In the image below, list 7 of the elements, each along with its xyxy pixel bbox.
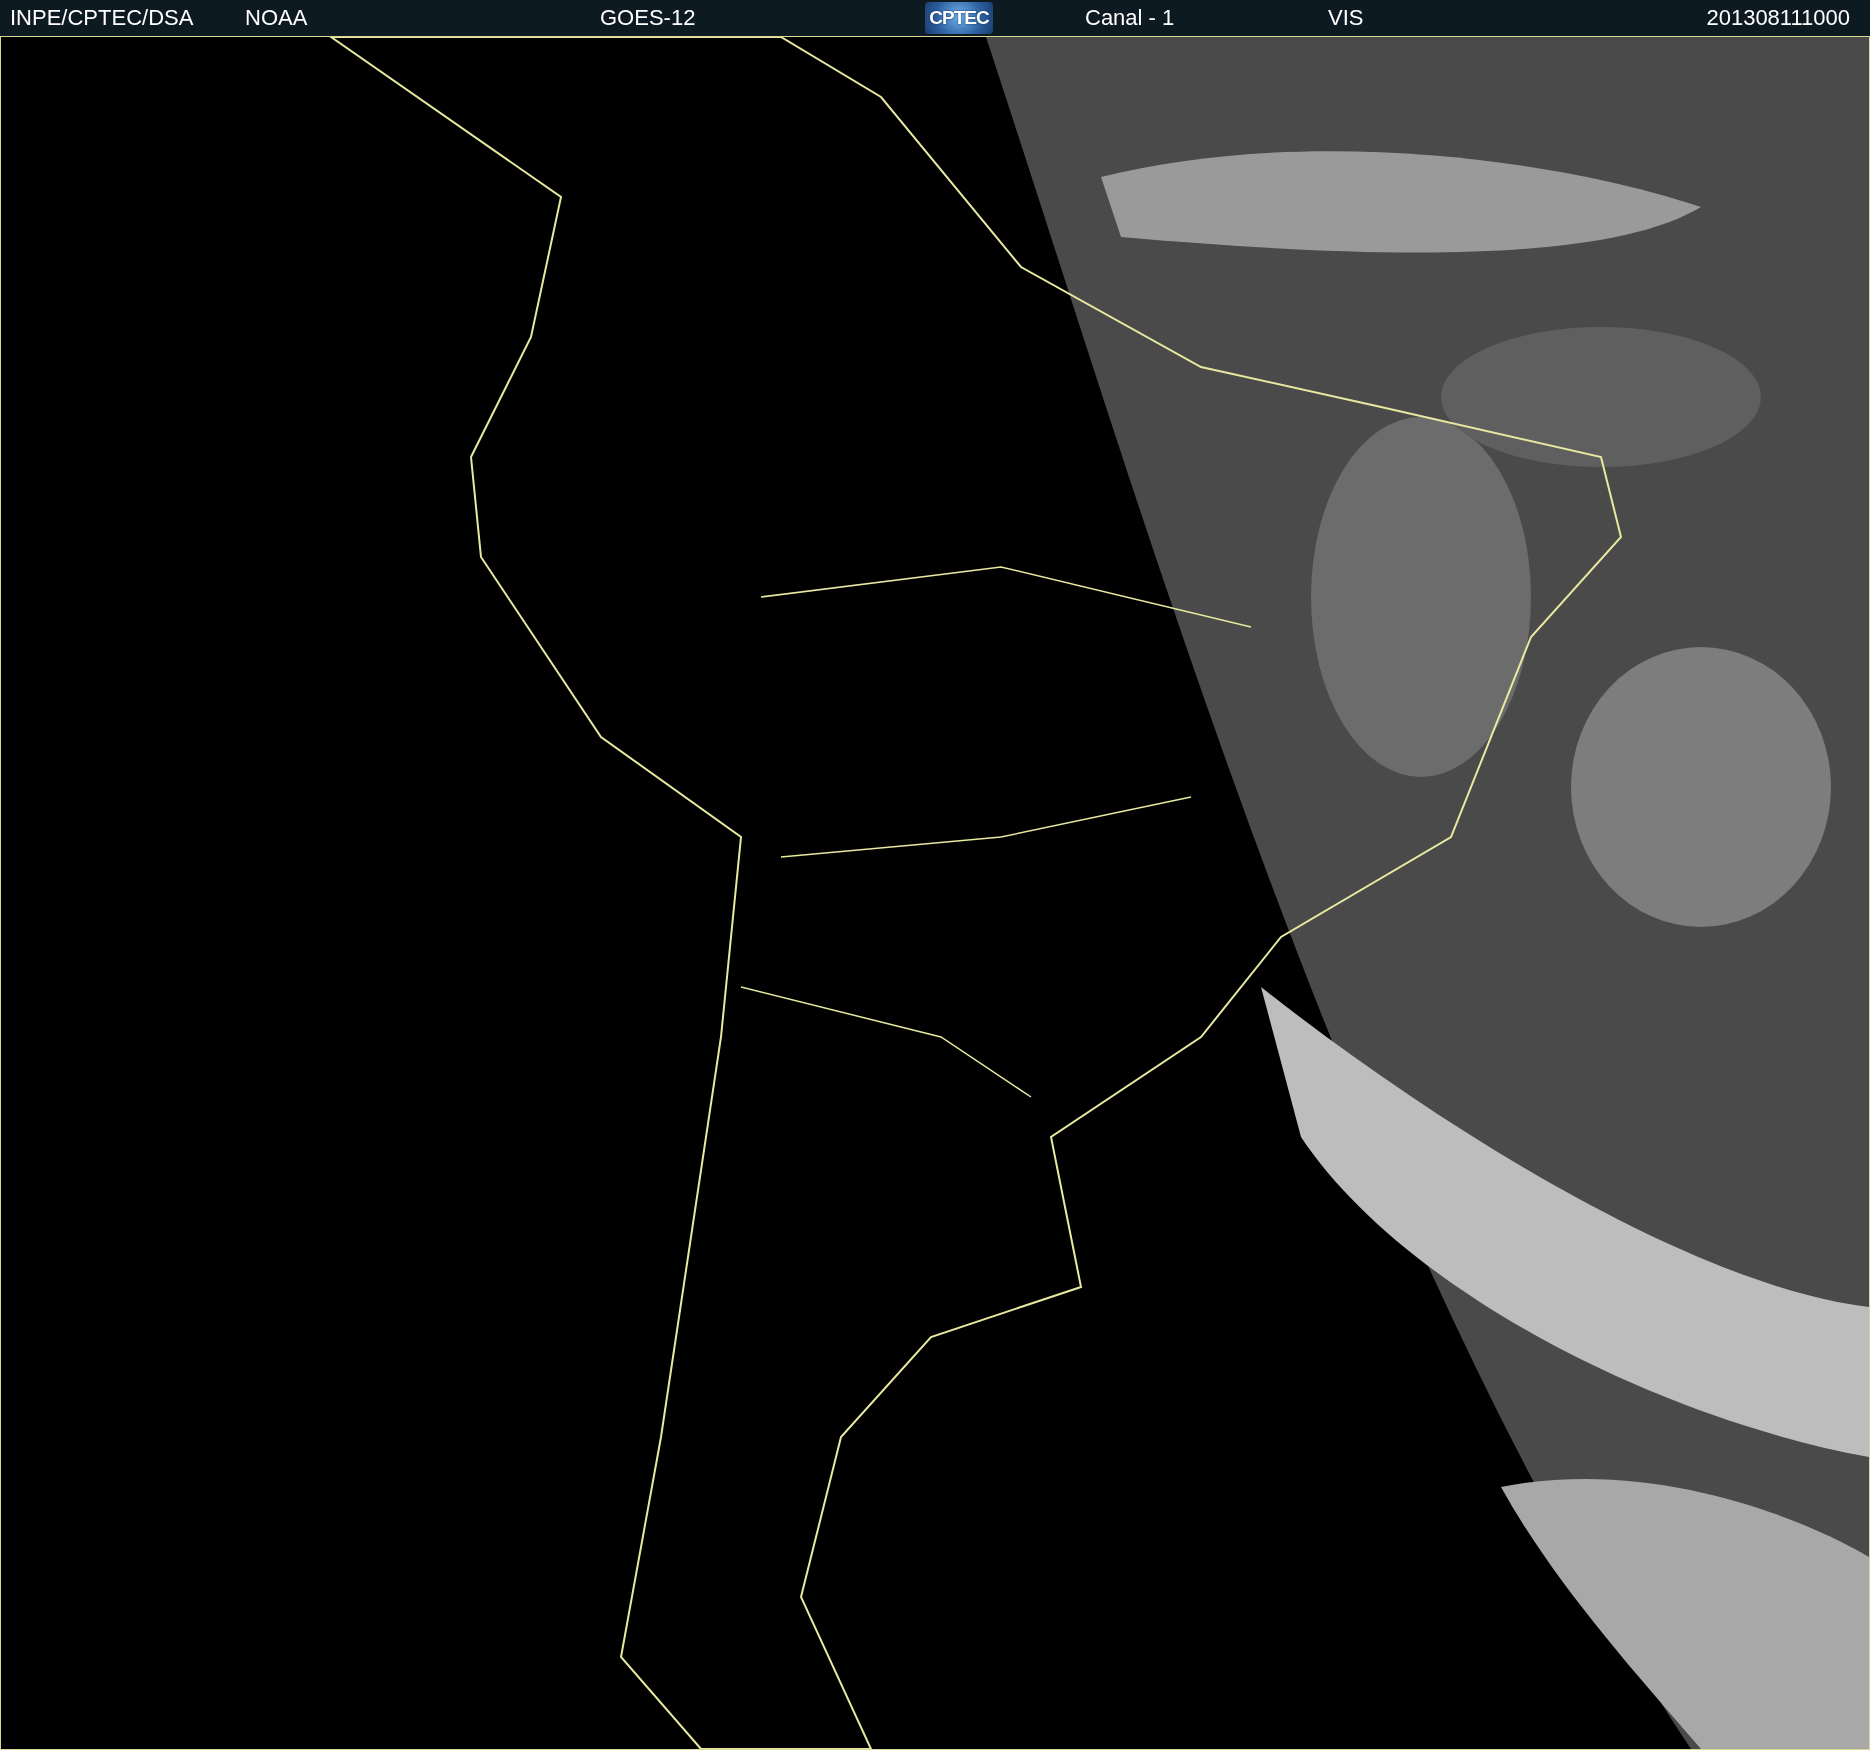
header-label: INPE/CPTEC/DSA	[10, 5, 194, 31]
header-label: GOES-12	[600, 5, 696, 31]
header-label: Canal - 1	[1085, 5, 1175, 31]
header-label: 201308111000	[1706, 5, 1850, 31]
logo: CPTEC	[925, 2, 993, 34]
header-label: NOAA	[245, 5, 308, 31]
header-label: VIS	[1328, 5, 1364, 31]
